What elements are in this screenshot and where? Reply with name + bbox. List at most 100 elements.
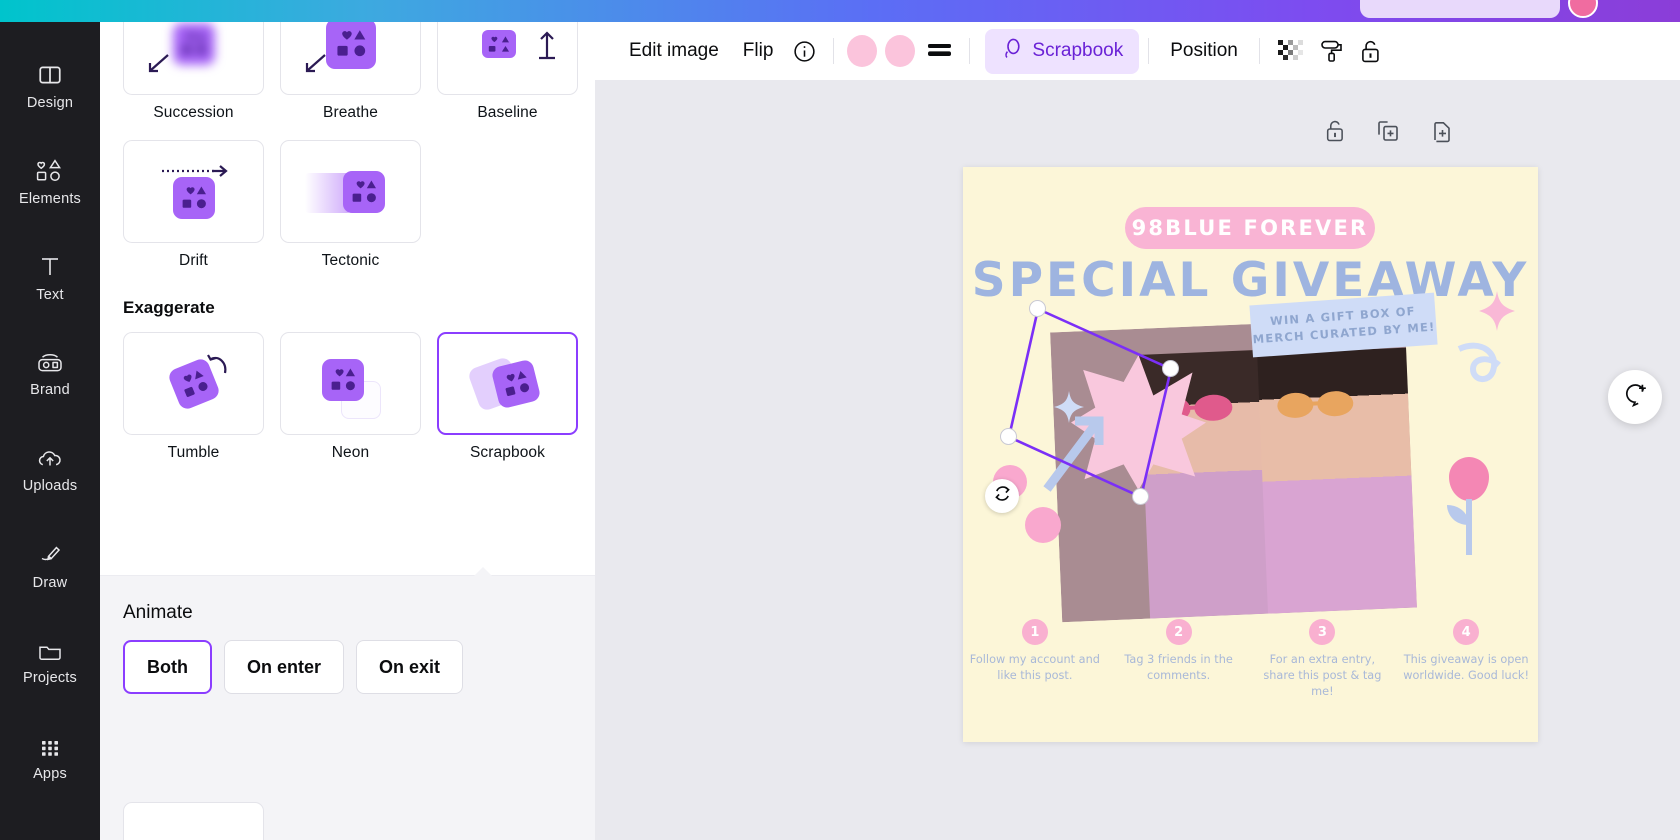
sidebar-item-design[interactable]: Design: [0, 38, 100, 134]
animation-thumb[interactable]: [123, 332, 264, 435]
animation-chip-label: Scrapbook: [1032, 40, 1123, 62]
step-number: 4: [1453, 619, 1479, 645]
header-pill: [1360, 0, 1560, 18]
sidebar-item-elements[interactable]: Elements: [0, 134, 100, 230]
animation-card-tectonic[interactable]: Tectonic: [280, 140, 421, 270]
resize-handle-bottom[interactable]: [1132, 488, 1149, 505]
animation-thumb[interactable]: [123, 22, 264, 95]
animation-card-partial[interactable]: [123, 802, 264, 840]
arrow-down-left-icon: [301, 50, 331, 76]
shape-glyph-icon: [173, 23, 215, 65]
edit-image-button[interactable]: Edit image: [617, 32, 731, 70]
rotate-handle-button[interactable]: [985, 479, 1019, 513]
brand-radio-icon: [35, 351, 65, 375]
add-comment-icon: [1622, 381, 1649, 413]
color-swatch-2[interactable]: [885, 35, 915, 67]
list-item[interactable]: 3 For an extra entry, share this post & …: [1251, 619, 1395, 700]
badge-98blue-forever[interactable]: 98BLUE FOREVER: [1125, 207, 1375, 249]
arrow-down-left-icon: [144, 50, 174, 76]
steps-list: 1 Follow my account and like this post. …: [963, 619, 1538, 700]
badge-text: 98BLUE FOREVER: [1132, 216, 1369, 240]
animation-thumb[interactable]: [437, 22, 578, 95]
animation-card-neon[interactable]: Neon: [280, 332, 421, 462]
resize-handle-top[interactable]: [1029, 300, 1046, 317]
animation-thumb[interactable]: [280, 332, 421, 435]
list-item[interactable]: 4 This giveaway is open worldwide. Good …: [1394, 619, 1538, 700]
animate-option-both[interactable]: Both: [123, 640, 212, 694]
animation-label: Baseline: [437, 104, 578, 122]
unlock-padlock-icon[interactable]: [1323, 118, 1347, 149]
step-text: This giveaway is open worldwide. Good lu…: [1394, 652, 1538, 684]
animation-card-tumble[interactable]: Tumble: [123, 332, 264, 462]
toolbar-divider: [1148, 38, 1149, 64]
animation-card-scrapbook[interactable]: Scrapbook: [437, 332, 578, 462]
add-page-icon[interactable]: [1429, 118, 1455, 149]
unlock-padlock-icon[interactable]: [1351, 31, 1390, 72]
sidebar-item-text[interactable]: Text: [0, 230, 100, 326]
top-gradient-bar: [0, 0, 1680, 22]
flip-button[interactable]: Flip: [731, 32, 786, 70]
sidebar-item-apps[interactable]: Apps: [0, 710, 100, 806]
list-item[interactable]: 2 Tag 3 friends in the comments.: [1107, 619, 1251, 700]
canvas-stage[interactable]: 98BLUE FOREVER SPECIAL GIVEAWAY: [595, 80, 1680, 840]
section-title-exaggerate: Exaggerate: [100, 298, 595, 318]
animate-option-on-exit[interactable]: On exit: [356, 640, 463, 694]
sidebar-item-draw[interactable]: Draw: [0, 518, 100, 614]
step-number: 2: [1166, 619, 1192, 645]
duplicate-page-icon[interactable]: [1375, 118, 1401, 149]
transparency-checker-icon[interactable]: [1269, 31, 1311, 71]
info-circle-icon[interactable]: [785, 32, 824, 71]
sparkle-pink-icon: [1475, 289, 1519, 333]
animation-group-row1: Succession: [100, 22, 595, 122]
tulip-icon: [1435, 453, 1509, 563]
animation-card-succession[interactable]: Succession: [123, 22, 264, 122]
add-comment-button[interactable]: [1608, 370, 1662, 424]
align-lines-icon[interactable]: [919, 33, 960, 69]
animation-chip-button[interactable]: Scrapbook: [985, 29, 1139, 74]
checker-grid: [1276, 38, 1304, 64]
paint-roller-icon[interactable]: [1311, 31, 1351, 72]
color-swatch-1[interactable]: [847, 35, 877, 67]
animation-thumb-selected[interactable]: [437, 332, 578, 435]
avatar[interactable]: [1568, 0, 1598, 18]
arrow-up-baseline-icon: [537, 27, 557, 61]
animation-label: Neon: [280, 444, 421, 462]
sidebar-item-label: Text: [36, 287, 63, 303]
shape-glyph-icon: [322, 359, 364, 401]
step-text: For an extra entry, share this post & ta…: [1251, 652, 1395, 700]
left-sidebar: Design Elements Text: [0, 22, 100, 840]
step-number: 3: [1309, 619, 1335, 645]
sidebar-item-label: Design: [27, 95, 73, 111]
resize-handle-left[interactable]: [1000, 428, 1017, 445]
design-page[interactable]: 98BLUE FOREVER SPECIAL GIVEAWAY: [963, 167, 1538, 742]
list-item[interactable]: 1 Follow my account and like this post.: [963, 619, 1107, 700]
sidebar-item-label: Projects: [23, 670, 77, 686]
shape-glyph-icon: [173, 177, 215, 219]
animate-options: Both On enter On exit: [100, 624, 595, 694]
animate-option-on-enter[interactable]: On enter: [224, 640, 344, 694]
animation-label: Tectonic: [280, 252, 421, 270]
animate-title: Animate: [100, 576, 595, 624]
animation-label: Breathe: [280, 104, 421, 122]
shape-glyph-icon: [343, 171, 385, 213]
resize-handle-right[interactable]: [1162, 360, 1179, 377]
animations-scroll-region[interactable]: Succession: [100, 22, 595, 622]
animation-group-exaggerate: Tumble: [100, 332, 595, 462]
folder-icon: [36, 639, 64, 663]
sidebar-item-brand[interactable]: Brand: [0, 326, 100, 422]
animation-card-breathe[interactable]: Breathe: [280, 22, 421, 122]
arrow-up-right-icon: [210, 22, 244, 27]
toolbar-divider: [1259, 38, 1260, 64]
sidebar-item-label: Apps: [33, 766, 67, 782]
animation-thumb[interactable]: [280, 140, 421, 243]
sidebar-item-projects[interactable]: Projects: [0, 614, 100, 710]
shape-glyph-icon: [482, 30, 516, 58]
sidebar-item-uploads[interactable]: Uploads: [0, 422, 100, 518]
animation-thumb[interactable]: [123, 140, 264, 243]
animation-card-drift[interactable]: Drift: [123, 140, 264, 270]
sunglasses-right-icon: [1269, 382, 1411, 428]
animation-thumb[interactable]: [280, 22, 421, 95]
animation-card-baseline[interactable]: Baseline: [437, 22, 578, 122]
pen-draw-icon: [36, 542, 64, 568]
position-button[interactable]: Position: [1158, 32, 1250, 70]
